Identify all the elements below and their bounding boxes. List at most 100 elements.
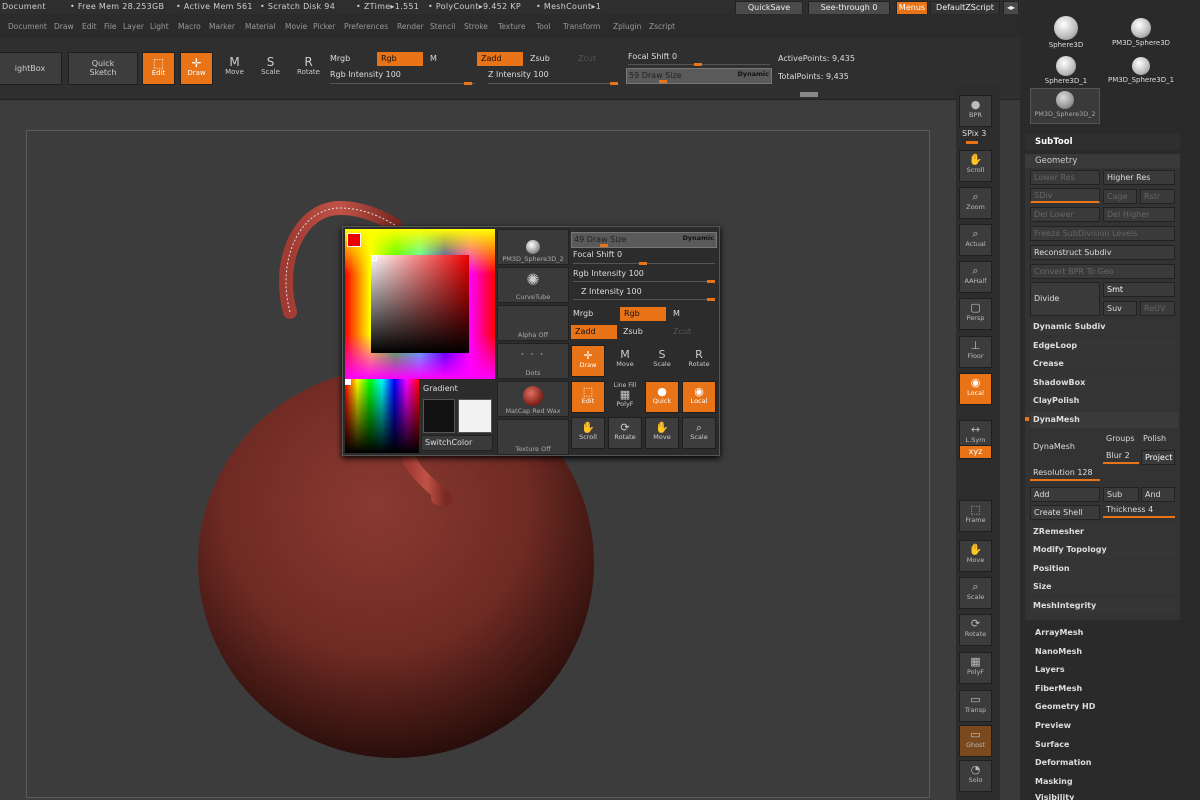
shadowbox-item[interactable]: ShadowBox xyxy=(1030,375,1178,391)
menu-tool[interactable]: Tool xyxy=(536,22,551,31)
menu-stencil[interactable]: Stencil xyxy=(430,22,455,31)
cage-button[interactable]: Cage xyxy=(1103,189,1137,204)
frame-button[interactable]: ⬚ Frame xyxy=(959,500,992,532)
draw-button[interactable]: ✛ Draw xyxy=(180,52,213,85)
zadd-button[interactable]: Zadd xyxy=(477,52,523,66)
dynamesh-item[interactable]: DynaMesh xyxy=(1030,412,1178,428)
ghost-button[interactable]: ▭ Ghost xyxy=(959,725,992,757)
reconstruct-subdiv-button[interactable]: Reconstruct Subdiv xyxy=(1030,245,1175,260)
smt-toggle[interactable]: Smt xyxy=(1103,282,1175,297)
sub-button[interactable]: Sub xyxy=(1103,487,1139,502)
menu-edit[interactable]: Edit xyxy=(82,22,97,31)
texture-thumb[interactable]: Texture Off xyxy=(497,419,569,455)
popup-quick-button[interactable]: ● Quick xyxy=(645,381,679,413)
menu-layer[interactable]: Layer xyxy=(123,22,144,31)
zremesher-item[interactable]: ZRemesher xyxy=(1030,524,1178,540)
shelf-scroll-handle[interactable] xyxy=(800,92,818,97)
local-button[interactable]: ◉ Local xyxy=(959,373,992,405)
create-shell-button[interactable]: Create Shell xyxy=(1030,505,1100,520)
menu-material[interactable]: Material xyxy=(245,22,275,31)
menu-draw[interactable]: Draw xyxy=(54,22,74,31)
and-button[interactable]: And xyxy=(1141,487,1175,502)
edit-button[interactable]: ⬚ Edit xyxy=(142,52,175,85)
project-toggle[interactable]: Project xyxy=(1141,450,1175,465)
menu-render[interactable]: Render xyxy=(397,22,424,31)
popup-scale-button[interactable]: S Scale xyxy=(645,345,679,377)
popup-draw-size-slider[interactable]: 49 Draw Size Dynamic xyxy=(571,232,717,248)
menu-preferences[interactable]: Preferences xyxy=(344,22,388,31)
suv-toggle[interactable]: Suv xyxy=(1103,301,1137,316)
popup-z-intensity-slider[interactable] xyxy=(573,298,715,301)
material-thumb[interactable]: MatCap Red Wax xyxy=(497,381,569,417)
zoom-button[interactable]: ⌕ Zoom xyxy=(959,187,992,219)
popup-rotate-view-button[interactable]: ⟳ Rotate xyxy=(608,417,642,449)
alpha-thumb[interactable]: Alpha Off xyxy=(497,305,569,341)
blur-slider[interactable]: Blur 2 xyxy=(1103,449,1139,464)
switch-color-button[interactable]: SwitchColor xyxy=(421,435,493,451)
menu-texture[interactable]: Texture xyxy=(498,22,525,31)
rgb-button[interactable]: Rgb xyxy=(377,52,423,66)
popup-rotate-button[interactable]: R Rotate xyxy=(682,345,716,377)
color-picker-cursor[interactable] xyxy=(371,255,377,261)
tool-thumb-pm3d-sphere3d[interactable]: PM3D_Sphere3D xyxy=(1104,14,1178,52)
persp-button[interactable]: ▢ Persp xyxy=(959,298,992,330)
menu-macro[interactable]: Macro xyxy=(178,22,201,31)
polish-toggle[interactable]: Polish xyxy=(1143,434,1166,443)
scale-button[interactable]: S Scale xyxy=(254,52,287,85)
size-item[interactable]: Size xyxy=(1030,579,1178,595)
menu-file[interactable]: File xyxy=(104,22,117,31)
menus-button[interactable]: Menus xyxy=(896,1,928,15)
spix-slider-knob[interactable] xyxy=(966,141,978,144)
actual-button[interactable]: ⌕ Actual xyxy=(959,224,992,256)
rstr-button[interactable]: Rstr xyxy=(1140,189,1175,204)
zsub-button[interactable]: Zsub xyxy=(530,54,550,63)
xyz-button[interactable]: xyzXyz xyxy=(959,445,992,459)
rgb-intensity-slider[interactable] xyxy=(330,82,475,85)
nanomesh-section[interactable]: NanoMesh xyxy=(1035,647,1082,656)
tool-thumb-sphere3d[interactable]: Sphere3D xyxy=(1032,14,1100,52)
popup-move-button[interactable]: M Move xyxy=(608,345,642,377)
geometry-hd-section[interactable]: Geometry HD xyxy=(1035,702,1095,711)
primary-color-swatch[interactable] xyxy=(423,399,455,433)
scale-button[interactable]: ⌕ Scale xyxy=(959,577,992,609)
popup-scroll-button[interactable]: ✋ Scroll xyxy=(571,417,605,449)
rotate-button[interactable]: ⟳ Rotate xyxy=(959,614,992,646)
popup-zcut-button[interactable]: Zcut xyxy=(673,327,691,336)
window-controls-icon[interactable]: ◂▸ xyxy=(1003,1,1019,15)
freeze-subdivision-button[interactable]: Freeze SubDivision Levels xyxy=(1030,226,1175,241)
menu-document[interactable]: Document xyxy=(8,22,47,31)
popup-zadd-button[interactable]: Zadd xyxy=(571,325,617,339)
popup-edit-button[interactable]: ⬚ Edit xyxy=(571,381,605,413)
edgeloop-item[interactable]: EdgeLoop xyxy=(1030,338,1178,354)
popup-local-button[interactable]: ◉ Local xyxy=(682,381,716,413)
layers-section[interactable]: Layers xyxy=(1035,665,1065,674)
groups-toggle[interactable]: Groups xyxy=(1106,434,1135,443)
arraymesh-section[interactable]: ArrayMesh xyxy=(1035,628,1083,637)
floor-button[interactable]: ⊥ Floor xyxy=(959,336,992,368)
color-spectrum[interactable] xyxy=(345,379,419,453)
brush-thumb[interactable]: ✺ CurveTube xyxy=(497,267,569,303)
menu-light[interactable]: Light xyxy=(150,22,169,31)
masking-section[interactable]: Masking xyxy=(1035,777,1073,786)
popup-zsub-button[interactable]: Zsub xyxy=(623,327,643,336)
resolution-slider[interactable]: Resolution 128 xyxy=(1030,466,1100,481)
spix-slider[interactable]: SPix 3 xyxy=(962,129,986,138)
m-button[interactable]: M xyxy=(430,54,437,63)
position-item[interactable]: Position xyxy=(1030,561,1178,577)
main-color-swatch[interactable] xyxy=(347,233,361,247)
deformation-section[interactable]: Deformation xyxy=(1035,758,1091,767)
popup-mrgb-button[interactable]: Mrgb xyxy=(573,309,593,318)
popup-polyf-button[interactable]: Line Fill ▦ PolyF xyxy=(608,381,642,413)
move-button[interactable]: M Move xyxy=(218,52,251,85)
menu-transform[interactable]: Transform xyxy=(563,22,600,31)
modify-topology-item[interactable]: Modify Topology xyxy=(1030,542,1178,558)
claypolish-item[interactable]: ClayPolish xyxy=(1030,393,1178,409)
del-lower-button[interactable]: Del Lower xyxy=(1030,207,1100,222)
popup-rgb-button[interactable]: Rgb xyxy=(620,307,666,321)
quick-sketch-button[interactable]: Quick Sketch xyxy=(68,52,138,85)
tool-thumb-pm3d-sphere3d-2[interactable]: PM3D_Sphere3D_2 xyxy=(1030,88,1100,124)
mrgb-button[interactable]: Mrgb xyxy=(330,54,350,63)
meshintegrity-item[interactable]: MeshIntegrity xyxy=(1030,598,1178,614)
scroll-button[interactable]: ✋ Scroll xyxy=(959,150,992,182)
surface-section[interactable]: Surface xyxy=(1035,740,1069,749)
